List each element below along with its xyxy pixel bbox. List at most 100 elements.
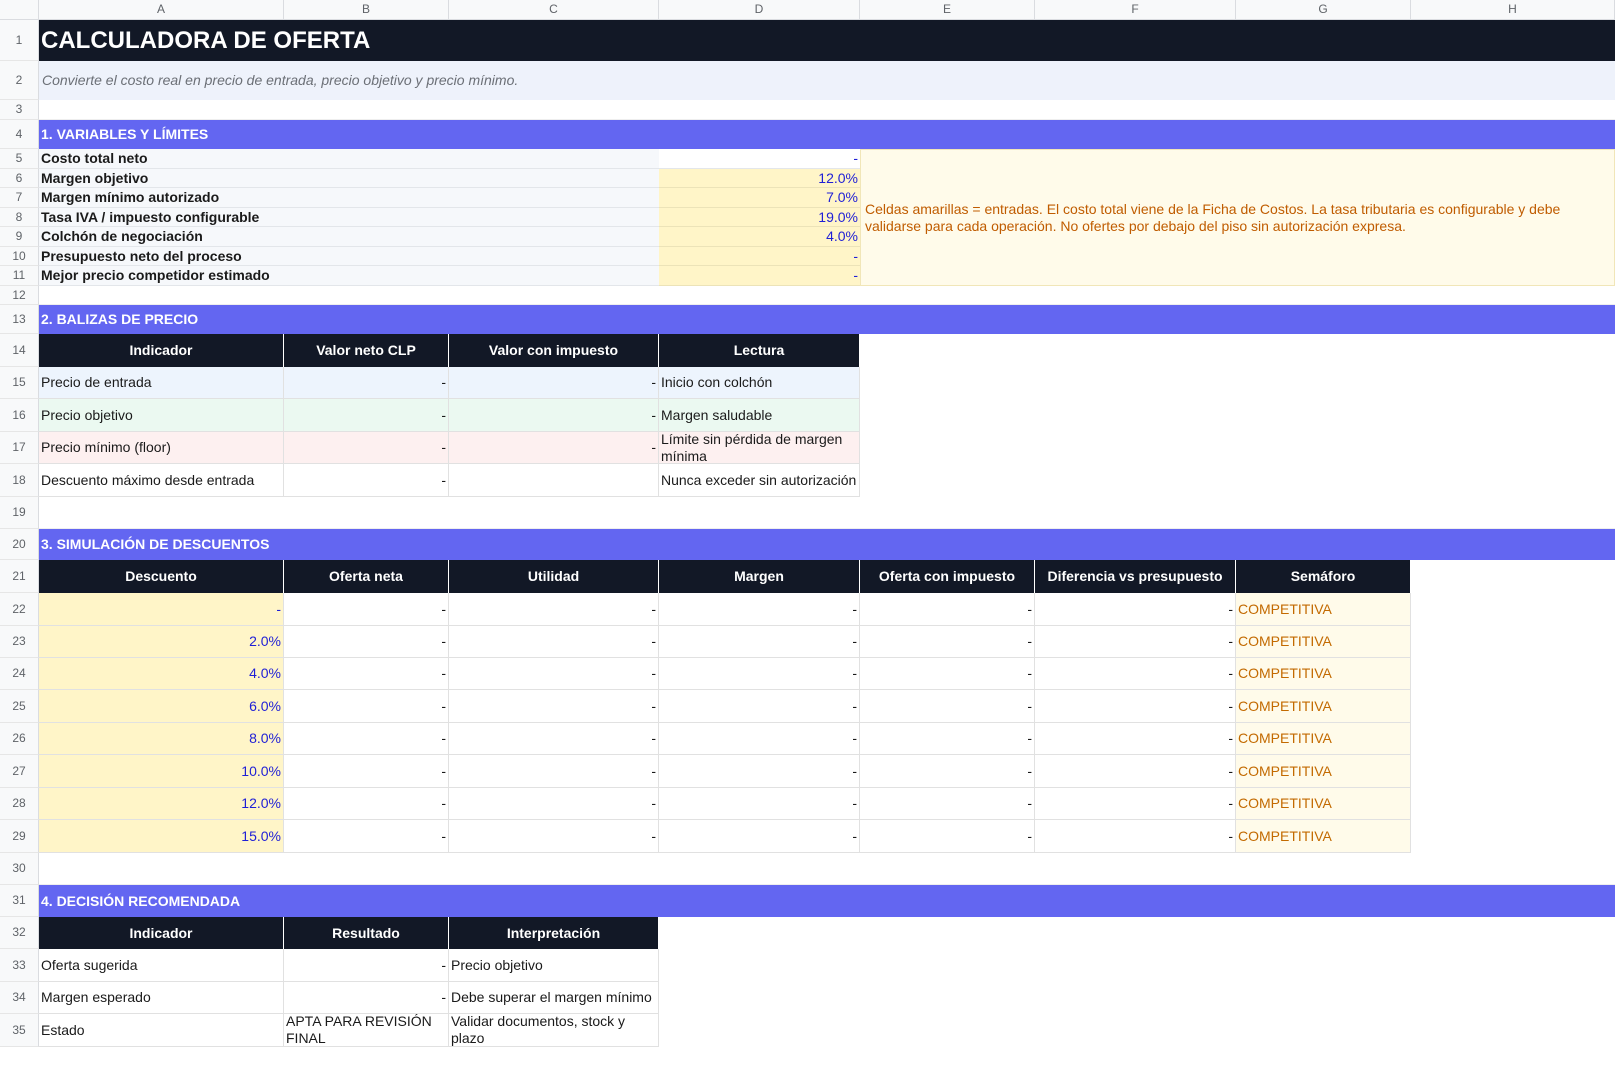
beacons-column-header[interactable]: Indicador — [39, 334, 284, 367]
status-badge[interactable]: COMPETITIVA — [1236, 626, 1411, 658]
offer-net-cell[interactable]: - — [284, 593, 449, 626]
offer-net-cell[interactable]: - — [284, 690, 449, 723]
discount-input[interactable]: 8.0% — [39, 723, 284, 755]
offer-net-cell[interactable]: - — [284, 820, 449, 853]
decision-result[interactable]: - — [284, 949, 449, 982]
margin-cell[interactable]: - — [659, 820, 860, 853]
beacon-tax-value[interactable] — [449, 464, 659, 497]
margin-cell[interactable]: - — [659, 658, 860, 690]
budget-diff-cell[interactable]: - — [1035, 820, 1236, 853]
simulation-column-header[interactable]: Utilidad — [449, 560, 659, 593]
margin-cell[interactable]: - — [659, 788, 860, 820]
row-header-25[interactable]: 25 — [0, 690, 39, 723]
beacon-reading[interactable]: Límite sin pérdida de margen mínima — [659, 432, 860, 464]
profit-cell[interactable]: - — [449, 788, 659, 820]
row-header-13[interactable]: 13 — [0, 305, 39, 334]
offer-net-cell[interactable]: - — [284, 723, 449, 755]
row-header-32[interactable]: 32 — [0, 917, 39, 949]
column-header-c[interactable]: C — [449, 0, 659, 20]
column-header-a[interactable]: A — [39, 0, 284, 20]
row-header-35[interactable]: 35 — [0, 1014, 39, 1047]
beacon-net-value[interactable]: - — [284, 464, 449, 497]
simulation-column-header[interactable]: Diferencia vs presupuesto — [1035, 560, 1236, 593]
row-header-15[interactable]: 15 — [0, 367, 39, 399]
status-badge[interactable]: COMPETITIVA — [1236, 658, 1411, 690]
offer-net-cell[interactable]: - — [284, 788, 449, 820]
offer-tax-cell[interactable]: - — [860, 593, 1035, 626]
decision-interpretation[interactable]: Precio objetivo — [449, 949, 659, 982]
decision-result[interactable]: - — [284, 982, 449, 1014]
row-header-31[interactable]: 31 — [0, 885, 39, 917]
row-header-8[interactable]: 8 — [0, 208, 39, 227]
profit-cell[interactable]: - — [449, 820, 659, 853]
margin-cell[interactable]: - — [659, 723, 860, 755]
status-badge[interactable]: COMPETITIVA — [1236, 723, 1411, 755]
profit-cell[interactable]: - — [449, 723, 659, 755]
row-header-5[interactable]: 5 — [0, 149, 39, 169]
column-header-d[interactable]: D — [659, 0, 860, 20]
row-header-33[interactable]: 33 — [0, 949, 39, 982]
row-header-20[interactable]: 20 — [0, 529, 39, 560]
discount-input[interactable]: 2.0% — [39, 626, 284, 658]
variable-value-input[interactable]: 12.0% — [659, 169, 860, 188]
budget-diff-cell[interactable]: - — [1035, 755, 1236, 788]
row-header-29[interactable]: 29 — [0, 820, 39, 853]
select-all-corner[interactable] — [0, 0, 39, 20]
beacon-indicator[interactable]: Precio mínimo (floor) — [39, 432, 284, 464]
decision-column-header[interactable]: Interpretación — [449, 917, 659, 949]
variable-value-input[interactable]: 4.0% — [659, 227, 860, 247]
beacon-indicator[interactable]: Precio objetivo — [39, 399, 284, 432]
profit-cell[interactable]: - — [449, 593, 659, 626]
status-badge[interactable]: COMPETITIVA — [1236, 593, 1411, 626]
budget-diff-cell[interactable]: - — [1035, 788, 1236, 820]
simulation-column-header[interactable]: Oferta neta — [284, 560, 449, 593]
row-header-23[interactable]: 23 — [0, 626, 39, 658]
margin-cell[interactable]: - — [659, 593, 860, 626]
beacon-indicator[interactable]: Descuento máximo desde entrada — [39, 464, 284, 497]
row-header-19[interactable]: 19 — [0, 497, 39, 529]
offer-tax-cell[interactable]: - — [860, 690, 1035, 723]
beacon-reading[interactable]: Margen saludable — [659, 399, 860, 432]
variable-value-input[interactable]: - — [659, 247, 860, 266]
discount-input[interactable]: 4.0% — [39, 658, 284, 690]
decision-column-header[interactable]: Resultado — [284, 917, 449, 949]
offer-tax-cell[interactable]: - — [860, 788, 1035, 820]
column-header-h[interactable]: H — [1411, 0, 1615, 20]
row-header-24[interactable]: 24 — [0, 658, 39, 690]
decision-indicator[interactable]: Estado — [39, 1014, 284, 1047]
decision-indicator[interactable]: Margen esperado — [39, 982, 284, 1014]
budget-diff-cell[interactable]: - — [1035, 593, 1236, 626]
offer-tax-cell[interactable]: - — [860, 658, 1035, 690]
status-badge[interactable]: COMPETITIVA — [1236, 820, 1411, 853]
beacons-column-header[interactable]: Lectura — [659, 334, 860, 367]
variable-value-input[interactable]: - — [659, 266, 860, 286]
discount-input[interactable]: 12.0% — [39, 788, 284, 820]
margin-cell[interactable]: - — [659, 755, 860, 788]
discount-input[interactable]: - — [39, 593, 284, 626]
row-header-2[interactable]: 2 — [0, 61, 39, 100]
margin-cell[interactable]: - — [659, 626, 860, 658]
offer-tax-cell[interactable]: - — [860, 820, 1035, 853]
simulation-column-header[interactable]: Margen — [659, 560, 860, 593]
column-header-e[interactable]: E — [860, 0, 1035, 20]
budget-diff-cell[interactable]: - — [1035, 690, 1236, 723]
row-header-34[interactable]: 34 — [0, 982, 39, 1014]
row-header-22[interactable]: 22 — [0, 593, 39, 626]
offer-tax-cell[interactable]: - — [860, 723, 1035, 755]
simulation-column-header[interactable]: Descuento — [39, 560, 284, 593]
beacon-indicator[interactable]: Precio de entrada — [39, 367, 284, 399]
margin-cell[interactable]: - — [659, 690, 860, 723]
row-header-6[interactable]: 6 — [0, 169, 39, 188]
row-header-1[interactable]: 1 — [0, 20, 39, 61]
row-header-17[interactable]: 17 — [0, 432, 39, 464]
variable-value-input[interactable]: 7.0% — [659, 188, 860, 208]
offer-tax-cell[interactable]: - — [860, 626, 1035, 658]
row-header-21[interactable]: 21 — [0, 560, 39, 593]
simulation-column-header[interactable]: Semáforo — [1236, 560, 1411, 593]
profit-cell[interactable]: - — [449, 626, 659, 658]
variable-value-input[interactable]: - — [659, 149, 860, 169]
discount-input[interactable]: 10.0% — [39, 755, 284, 788]
decision-interpretation[interactable]: Validar documentos, stock y plazo — [449, 1014, 659, 1047]
row-header-18[interactable]: 18 — [0, 464, 39, 497]
row-header-28[interactable]: 28 — [0, 788, 39, 820]
